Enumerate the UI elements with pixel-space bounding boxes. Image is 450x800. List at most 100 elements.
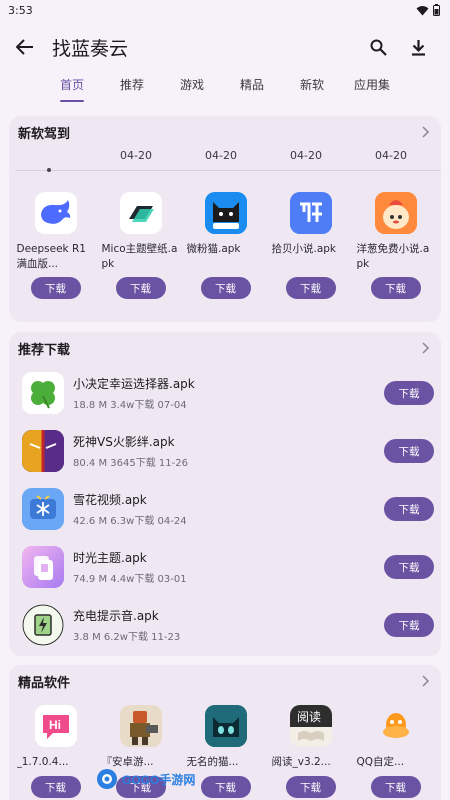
qq-icon [374,705,417,747]
app-meta: 42.6 M 6.3w下载 04-24 [73,516,187,527]
app-info: 时光主题.apk 74.9 M 4.4w下载 03-01 [73,549,384,585]
tab-games[interactable]: 游戏 [162,74,222,104]
app-name: 雪花视频.apk [73,493,147,507]
release-date: 04-20 [290,149,322,162]
watermark: GOGO手游网 [96,768,195,790]
app-name: 微粉猫.apk [186,243,241,255]
gogo-logo [97,769,117,789]
new-software-section: 新软驾到 04-20 04-20 04-20 04-20 Deepseek R1… [9,116,441,322]
app-card[interactable]: 洋葱免费小说.apk 下载 [353,192,438,299]
download-button[interactable]: 下载 [370,776,421,798]
download-button[interactable]: 下载 [384,613,434,637]
status-time: 3:53 [8,3,33,17]
theme-icon [22,546,64,588]
app-meta: 74.9 M 4.4w下载 03-01 [73,574,187,585]
app-name: Mico主题壁纸.apk [101,243,178,270]
download-button[interactable]: 下载 [115,277,166,299]
hi-icon: Hi [34,705,77,747]
app-name: 阅读_v3.2... [271,756,331,768]
robot-icon [119,705,162,747]
download-button[interactable]: 下载 [384,381,434,405]
back-button[interactable] [14,36,36,58]
page-title: 找蓝奏云 [52,37,129,60]
tab-home[interactable]: 首页 [42,74,102,104]
section-header[interactable]: 新软驾到 [9,116,441,148]
app-name: QQ自定... [356,756,405,768]
download-icon [411,39,425,56]
app-name: _1.7.0.4... [16,756,69,768]
download-button[interactable]: 下载 [384,555,434,579]
app-card[interactable]: 无名的猫... 下载 [183,705,268,798]
wifi-icon [416,5,429,15]
section-header[interactable]: 精品软件 [9,665,441,697]
battery-icon [433,4,440,16]
tab-collections[interactable]: 应用集 [342,74,402,104]
clover-icon [22,372,64,414]
list-item[interactable]: 雪花视频.apk 42.6 M 6.3w下载 04-24 下载 [9,480,441,538]
download-button[interactable]: 下载 [285,277,336,299]
app-info: 充电提示音.apk 3.8 M 6.2w下载 11-23 [73,607,384,643]
app-card[interactable]: 微粉猫.apk 下载 [183,192,268,299]
app-info: 小决定幸运选择器.apk 18.8 M 3.4w下载 07-04 [73,375,384,411]
list-item[interactable]: 小决定幸运选择器.apk 18.8 M 3.4w下载 07-04 下载 [9,364,441,422]
app-info: 死神VS火影绊.apk 80.4 M 3645下载 11-26 [73,433,384,469]
recommend-list: 小决定幸运选择器.apk 18.8 M 3.4w下载 07-04 下载 死神VS… [9,364,441,654]
timeline-line [15,170,441,171]
download-button[interactable]: 下载 [30,776,81,798]
onion-icon [374,192,417,234]
arrow-back-icon [16,39,33,55]
section-title: 精品软件 [18,675,71,691]
anime-icon [22,430,64,472]
svg-text:Hi: Hi [49,718,61,732]
app-card[interactable]: Mico主题壁纸.apk 下载 [98,192,183,299]
featured-section: 精品软件 Hi _1.7.0.4... 下载 『安卓游... 下载 无名的猫..… [9,665,441,800]
app-card[interactable]: QQ自定... 下载 [353,705,438,798]
cat-icon [204,192,247,234]
app-bar: 找蓝奏云 [0,20,450,74]
tab-new[interactable]: 新软 [282,74,342,104]
list-item[interactable]: 充电提示音.apk 3.8 M 6.2w下载 11-23 下载 [9,596,441,654]
status-bar: 3:53 [0,0,450,20]
app-meta: 18.8 M 3.4w下载 07-04 [73,400,187,411]
tab-recommend[interactable]: 推荐 [102,74,162,104]
section-header[interactable]: 推荐下载 [9,332,441,364]
app-name: 拾贝小说.apk [271,243,337,255]
app-name: 死神VS火影绊.apk [73,435,175,449]
download-button[interactable]: 下载 [200,277,251,299]
app-name: 充电提示音.apk [73,609,159,623]
download-button[interactable]: 下载 [384,439,434,463]
app-card[interactable]: 拾贝小说.apk 下载 [268,192,353,299]
section-title: 新软驾到 [18,126,71,142]
download-button[interactable]: 下载 [30,277,81,299]
app-card[interactable]: 阅读 阅读_v3.2... 下载 [268,705,353,798]
app-card[interactable]: Hi _1.7.0.4... 下载 [13,705,98,798]
app-name: 时光主题.apk [73,551,147,565]
app-name: Deepseek R1满血版... [16,243,86,270]
new-software-grid: Deepseek R1满血版... 下载 Mico主题壁纸.apk 下载 微粉猫… [9,192,441,299]
download-manager-button[interactable] [398,27,438,67]
book-icon [289,192,332,234]
app-card[interactable]: Deepseek R1满血版... 下载 [13,192,98,299]
release-timeline: 04-20 04-20 04-20 04-20 [9,148,441,182]
chevron-right-icon [422,675,430,687]
download-button[interactable]: 下载 [200,776,251,798]
app-info: 雪花视频.apk 42.6 M 6.3w下载 04-24 [73,491,384,527]
layers-icon [119,192,162,234]
app-meta: 3.8 M 6.2w下载 11-23 [73,632,181,643]
download-button[interactable]: 下载 [370,277,421,299]
tab-featured[interactable]: 精品 [222,74,282,104]
download-button[interactable]: 下载 [384,497,434,521]
list-item[interactable]: 时光主题.apk 74.9 M 4.4w下载 03-01 下载 [9,538,441,596]
featured-grid: Hi _1.7.0.4... 下载 『安卓游... 下载 无名的猫... 下载 … [9,705,441,798]
app-meta: 80.4 M 3645下载 11-26 [73,458,188,469]
list-item[interactable]: 死神VS火影绊.apk 80.4 M 3645下载 11-26 下载 [9,422,441,480]
chevron-right-icon [422,342,430,354]
charge-icon [22,604,64,646]
release-date: 04-20 [120,149,152,162]
tab-bar: 首页 推荐 游戏 精品 新软 应用集 [0,74,450,106]
snowflake-tv-icon [22,488,64,530]
download-button[interactable]: 下载 [285,776,336,798]
app-name: 洋葱免费小说.apk [356,243,430,270]
search-button[interactable] [358,27,398,67]
search-icon [370,39,387,56]
